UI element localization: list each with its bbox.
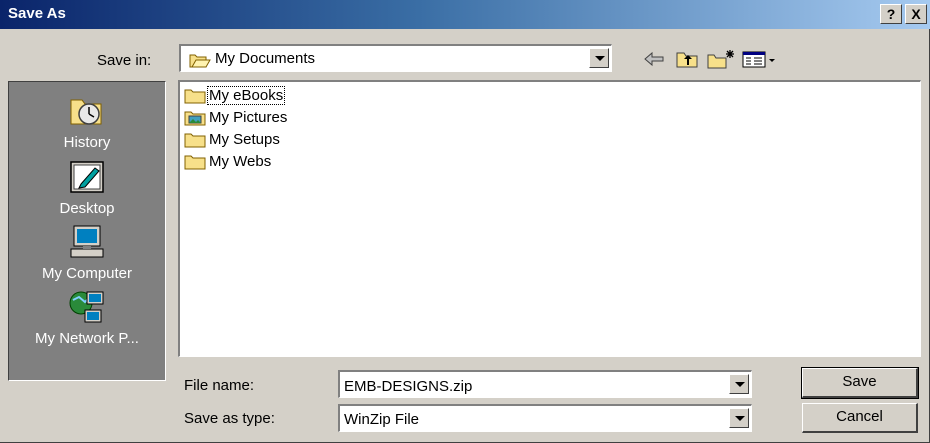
save-in-dropdown-arrow[interactable] (589, 48, 609, 68)
close-button[interactable]: X (905, 4, 927, 24)
places-item-my-network-places[interactable]: My Network P... (9, 288, 165, 347)
places-item-history[interactable]: History (9, 90, 165, 151)
places-label-history: History (63, 134, 111, 151)
folder-icon (184, 155, 206, 170)
desktop-icon (70, 161, 104, 193)
help-button[interactable]: ? (880, 4, 902, 24)
chevron-down-icon (735, 416, 745, 421)
folder-icon (184, 133, 206, 148)
pictures-folder-icon (184, 111, 206, 126)
chevron-down-icon (595, 56, 605, 61)
file-name-input[interactable] (344, 376, 724, 396)
places-label-desktop: Desktop (59, 200, 115, 217)
file-name-combo[interactable] (338, 370, 752, 398)
back-arrow-icon[interactable] (641, 48, 669, 70)
places-item-desktop[interactable]: Desktop (9, 158, 165, 217)
history-clock-icon (70, 99, 102, 125)
open-folder-icon (189, 52, 211, 72)
list-item-label: My eBooks (206, 86, 286, 105)
list-item-label: My Pictures (209, 109, 288, 126)
save-in-label: Save in: (97, 52, 152, 69)
computer-icon (70, 225, 104, 258)
chevron-down-icon (735, 382, 745, 387)
window-title: Save As (8, 5, 66, 22)
places-label-my-network: My Network P... (35, 330, 139, 347)
list-item-label: My Webs (209, 153, 272, 170)
save-as-type-label: Save as type: (184, 410, 275, 427)
network-places-icon (69, 291, 104, 323)
save-in-dropdown[interactable]: My Documents (179, 44, 612, 72)
places-bar: History Desktop My Computer My Network P… (8, 81, 166, 381)
file-list[interactable]: My eBooks My Pictures My Setups My Webs (178, 80, 921, 357)
folder-icon (184, 89, 206, 104)
create-new-folder-icon[interactable] (706, 48, 736, 70)
file-name-label: File name: (184, 377, 255, 394)
save-as-dialog: Save As ? X Save in: My Documents Histor… (0, 0, 930, 443)
save-as-type-dropdown[interactable]: WinZip File (338, 404, 752, 432)
save-as-type-value: WinZip File (344, 411, 420, 428)
cancel-button[interactable]: Cancel (802, 403, 918, 433)
places-label-my-computer: My Computer (41, 265, 133, 282)
save-button[interactable]: Save (801, 367, 919, 399)
view-menu-icon[interactable] (741, 48, 779, 70)
save-in-value: My Documents (215, 50, 316, 67)
file-name-dropdown-arrow[interactable] (729, 374, 749, 394)
up-one-level-icon[interactable] (674, 48, 702, 70)
save-as-type-dropdown-arrow[interactable] (729, 408, 749, 428)
list-item-label: My Setups (209, 131, 280, 148)
places-item-my-computer[interactable]: My Computer (9, 223, 165, 282)
title-bar[interactable]: Save As ? X (0, 0, 930, 29)
